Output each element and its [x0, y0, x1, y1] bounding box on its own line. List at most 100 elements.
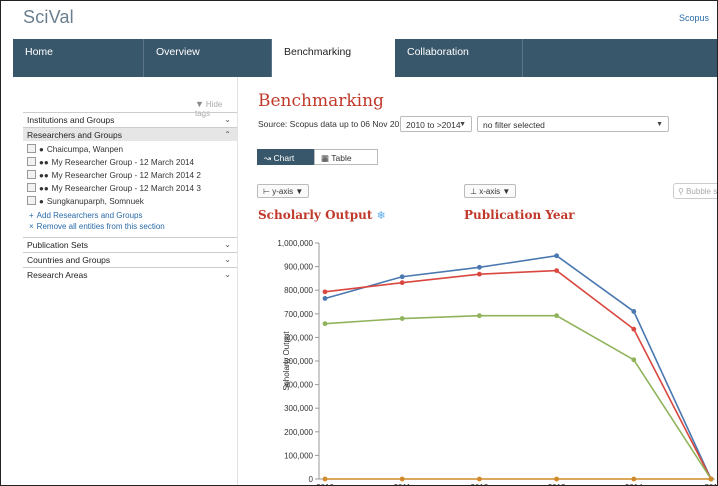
x-metric-title[interactable]: Publication Year	[464, 208, 575, 222]
axis-icon: ⊥	[470, 187, 477, 196]
researcher-item[interactable]: ●● My Researcher Group - 12 March 2014	[27, 157, 194, 168]
researcher-item[interactable]: ●● My Researcher Group - 12 March 2014 3	[27, 183, 201, 194]
y-tick-label: 300,000	[284, 404, 313, 413]
caret-down-icon: ▼	[656, 121, 663, 128]
person-icon: ●	[39, 197, 44, 206]
x-tick-label: 2012	[471, 483, 489, 485]
data-point	[399, 280, 405, 286]
app-window: SciVal Scopus Home Overview Benchmarking…	[0, 0, 718, 486]
table-icon: ▦	[321, 153, 330, 163]
researcher-item[interactable]: ● Sungkanuparph, Somnuek	[27, 196, 144, 207]
close-icon: ×	[29, 222, 34, 231]
tab-home[interactable]: Home	[13, 39, 144, 77]
chevron-down-icon: ⌄	[224, 115, 231, 124]
y-tick-label: 900,000	[284, 263, 313, 272]
page-title: Benchmarking	[258, 91, 384, 111]
y-metric-title[interactable]: Scholarly Output ❄	[258, 208, 386, 222]
x-tick-label: 2014	[625, 483, 643, 485]
y-axis-label: Scholarly Output	[282, 331, 291, 391]
data-point	[322, 296, 328, 301]
checkbox[interactable]	[27, 144, 36, 153]
year-range-select[interactable]: 2010 to >2014 ▼	[400, 116, 472, 132]
researcher-item[interactable]: ●● My Researcher Group - 12 March 2014 2	[27, 170, 201, 181]
y-tick-label: 0	[309, 475, 314, 484]
data-point	[399, 274, 405, 280]
plus-icon: +	[29, 211, 34, 220]
chevron-down-icon: ⌄	[224, 270, 231, 279]
caret-down-icon: ▼	[459, 121, 466, 128]
section-institutions[interactable]: Institutions and Groups ⌄	[23, 112, 237, 126]
y-tick-label: 800,000	[284, 286, 313, 295]
data-point	[631, 357, 637, 363]
data-point	[631, 309, 637, 314]
scopus-link[interactable]: Scopus	[679, 13, 709, 23]
add-researchers-link[interactable]: + Add Researchers and Groups	[29, 211, 143, 221]
checkbox[interactable]	[27, 157, 36, 166]
tag-icon: ▼	[195, 99, 204, 109]
axis-icon: ⊢	[263, 187, 270, 196]
bubble-size-input[interactable]: ⚲ Bubble s	[673, 183, 717, 199]
remove-all-link[interactable]: × Remove all entities from this section	[29, 222, 165, 232]
data-point	[399, 476, 405, 482]
group-icon: ●●	[39, 158, 49, 167]
snowflake-icon[interactable]: ❄	[376, 209, 385, 222]
y-tick-label: 200,000	[284, 428, 313, 437]
data-point	[477, 264, 482, 270]
group-icon: ●●	[39, 184, 49, 193]
section-research-areas[interactable]: Research Areas ⌄	[23, 267, 237, 281]
line-chart-icon: ↝	[264, 153, 272, 163]
main-nav: Home Overview Benchmarking Collaboration	[13, 39, 717, 77]
y-axis-button[interactable]: ⊢ y-axis ▼	[257, 184, 310, 198]
x-tick-label: 2011	[394, 483, 412, 485]
data-point	[322, 321, 328, 327]
researcher-item[interactable]: ● Chaicumpa, Wanpen	[27, 144, 123, 155]
data-point	[554, 268, 559, 274]
data-point	[477, 313, 482, 319]
group-icon: ●●	[39, 171, 49, 180]
scival-logo[interactable]: SciVal	[23, 7, 74, 28]
search-icon: ⚲	[678, 187, 684, 196]
chevron-down-icon: ⌄	[224, 240, 231, 249]
chevron-down-icon: ⌄	[224, 255, 231, 264]
y-tick-label: 700,000	[284, 310, 313, 319]
x-tick-label: 2013	[548, 483, 566, 485]
source-note: Source: Scopus data up to 06 Nov 2014	[258, 119, 409, 129]
chart-view-button[interactable]: ↝ Chart	[257, 149, 314, 165]
tab-benchmarking[interactable]: Benchmarking	[272, 39, 395, 77]
chevron-up-icon: ⌃	[224, 130, 231, 139]
data-point	[554, 476, 559, 482]
data-point	[399, 316, 405, 321]
section-countries[interactable]: Countries and Groups ⌄	[23, 252, 237, 266]
y-tick-label: 100,000	[284, 451, 313, 460]
checkbox[interactable]	[27, 170, 36, 179]
line-chart: 0100,000200,000300,000400,000500,000600,…	[277, 239, 717, 485]
data-point	[554, 313, 559, 319]
series-line	[324, 314, 712, 480]
caret-down-icon: ▼	[502, 187, 511, 196]
x-tick-label: >2014	[700, 483, 717, 485]
person-icon: ●	[39, 145, 44, 154]
section-researchers[interactable]: Researchers and Groups ⌃	[23, 127, 237, 141]
data-point	[322, 289, 328, 295]
tab-collaboration[interactable]: Collaboration	[395, 39, 523, 77]
data-point	[708, 476, 714, 482]
data-point	[322, 476, 328, 482]
checkbox[interactable]	[27, 196, 36, 205]
x-tick-label: 2010	[316, 483, 334, 485]
series-line	[324, 269, 712, 480]
data-point	[631, 476, 637, 482]
table-view-button[interactable]: ▦ Table	[314, 149, 378, 165]
filter-select[interactable]: no filter selected ▼	[477, 116, 669, 132]
checkbox[interactable]	[27, 183, 36, 192]
section-publication-sets[interactable]: Publication Sets ⌄	[23, 237, 237, 251]
sidebar: ▼ Hide tags Institutions and Groups ⌄ Res…	[23, 77, 238, 485]
data-point	[631, 326, 637, 332]
tab-overview[interactable]: Overview	[144, 39, 272, 77]
top-bar: SciVal Scopus	[1, 1, 717, 37]
y-tick-label: 1,000,000	[277, 239, 313, 248]
data-point	[477, 271, 482, 277]
x-axis-button[interactable]: ⊥ x-axis ▼	[464, 184, 517, 198]
data-point	[554, 253, 559, 259]
caret-down-icon: ▼	[295, 187, 304, 196]
data-point	[477, 476, 482, 482]
